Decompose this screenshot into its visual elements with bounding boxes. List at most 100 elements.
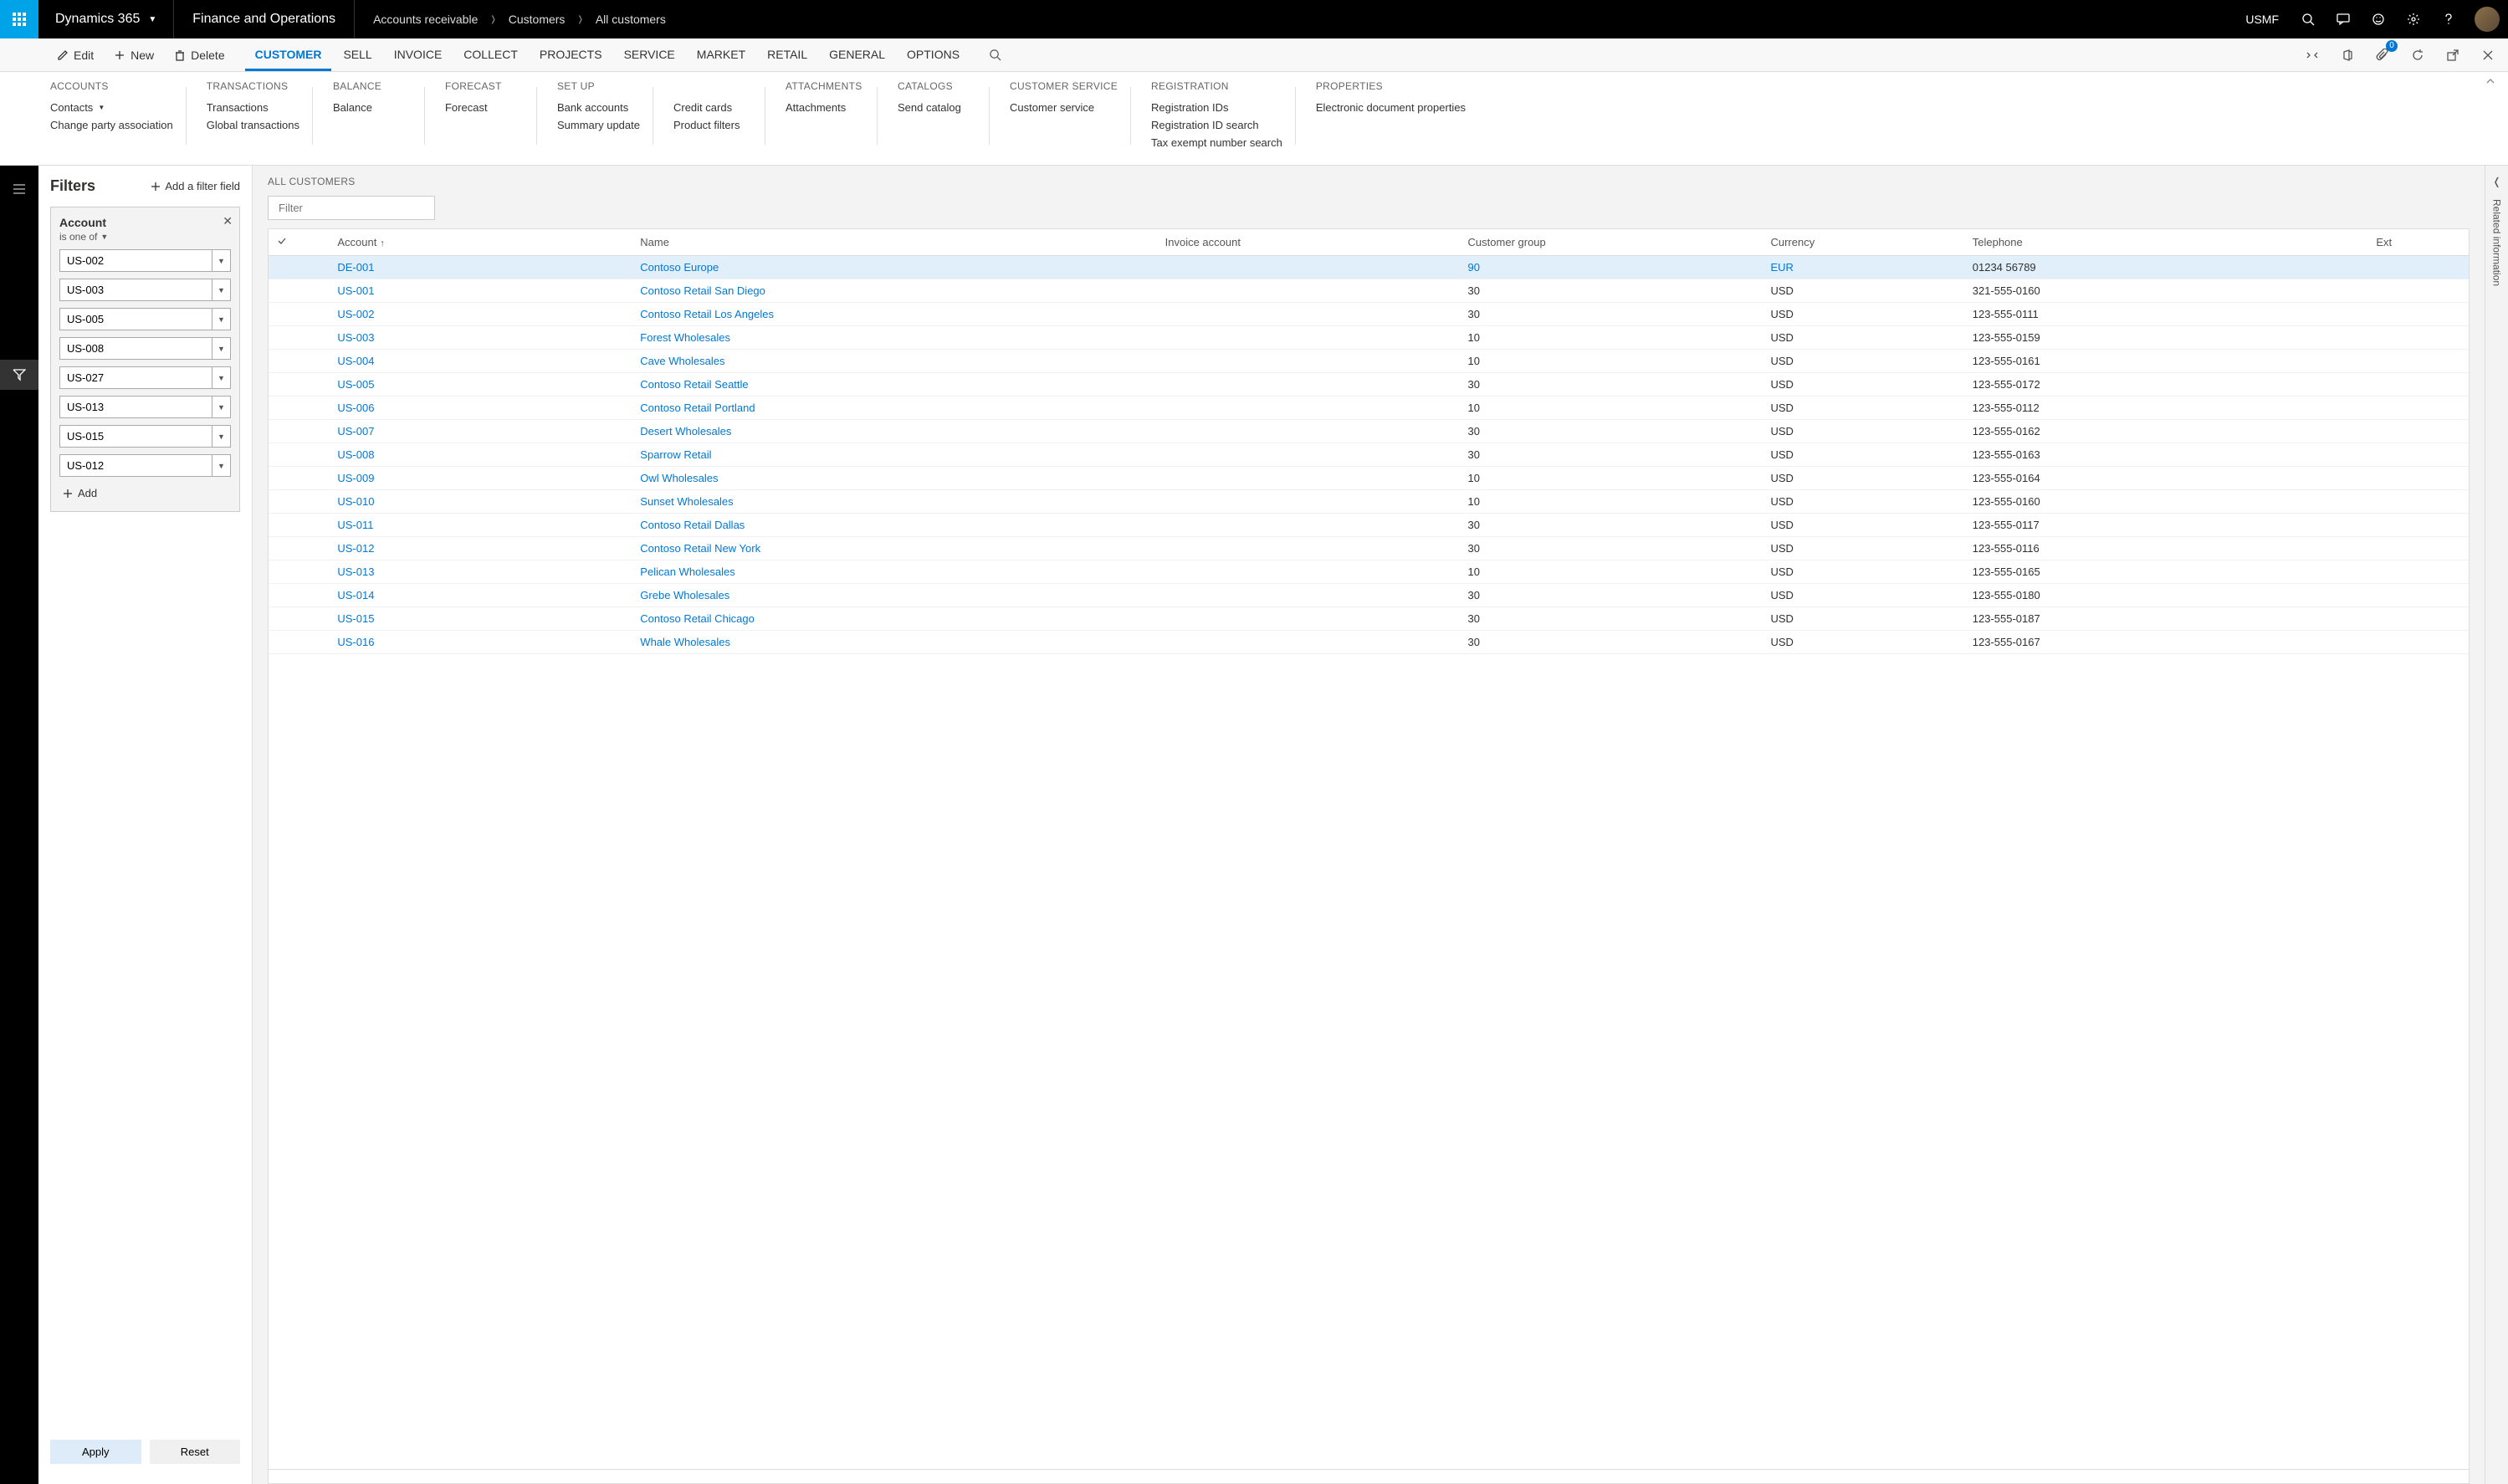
cell[interactable]: 123-555-0159 (1964, 326, 2368, 350)
cell[interactable] (1157, 560, 1460, 584)
cell[interactable] (1157, 397, 1460, 420)
cell[interactable] (1157, 443, 1460, 467)
cell[interactable] (2367, 303, 2469, 326)
cell[interactable]: 10 (1460, 490, 1763, 514)
cell[interactable]: Owl Wholesales (632, 467, 1156, 490)
tab-projects[interactable]: PROJECTS (530, 39, 612, 71)
column-header[interactable]: Account↑ (329, 229, 632, 256)
product-switcher[interactable]: Dynamics 365 ▼ (38, 0, 174, 38)
cell[interactable] (269, 326, 329, 350)
filter-value-lookup-button[interactable]: ▼ (212, 279, 231, 301)
cell[interactable]: Sparrow Retail (632, 443, 1156, 467)
cell[interactable]: 123-555-0111 (1964, 303, 2368, 326)
cell[interactable]: 30 (1460, 420, 1763, 443)
cell[interactable] (2367, 397, 2469, 420)
ribbon-item[interactable]: Customer service (1010, 99, 1118, 116)
new-button[interactable]: New (105, 43, 162, 67)
column-header[interactable]: Name (632, 229, 1156, 256)
table-row[interactable]: US-014Grebe Wholesales30USD123-555-0180 (269, 584, 2469, 607)
cell[interactable]: USD (1762, 467, 1963, 490)
cell[interactable]: 30 (1460, 279, 1763, 303)
cell[interactable]: USD (1762, 490, 1963, 514)
table-row[interactable]: US-016Whale Wholesales30USD123-555-0167 (269, 631, 2469, 654)
table-row[interactable]: US-015Contoso Retail Chicago30USD123-555… (269, 607, 2469, 631)
cell[interactable] (2367, 350, 2469, 373)
cell[interactable]: USD (1762, 607, 1963, 631)
cell[interactable]: US-010 (329, 490, 632, 514)
ribbon-item[interactable]: Credit cards (673, 99, 752, 116)
table-row[interactable]: US-004Cave Wholesales10USD123-555-0161 (269, 350, 2469, 373)
cell[interactable] (2367, 326, 2469, 350)
cell[interactable]: 123-555-0116 (1964, 537, 2368, 560)
cell[interactable]: 30 (1460, 537, 1763, 560)
filter-value-input[interactable] (59, 454, 212, 477)
cell[interactable]: 123-555-0117 (1964, 514, 2368, 537)
column-header[interactable]: Telephone (1964, 229, 2368, 256)
reset-filter-button[interactable]: Reset (150, 1440, 241, 1464)
ribbon-item[interactable]: Transactions (207, 99, 299, 116)
cell[interactable]: US-002 (329, 303, 632, 326)
cell[interactable]: Sunset Wholesales (632, 490, 1156, 514)
table-row[interactable]: US-011Contoso Retail Dallas 30USD123-555-… (269, 514, 2469, 537)
ribbon-item[interactable]: Change party association (50, 116, 173, 134)
cell[interactable]: 10 (1460, 350, 1763, 373)
table-row[interactable]: US-009Owl Wholesales10USD123-555-0164 (269, 467, 2469, 490)
filter-value-input[interactable] (59, 366, 212, 389)
cell[interactable]: Grebe Wholesales (632, 584, 1156, 607)
cell[interactable] (2367, 467, 2469, 490)
cell[interactable]: Contoso Retail Dallas (632, 514, 1156, 537)
tab-collect[interactable]: COLLECT (453, 39, 528, 71)
cell[interactable]: Contoso Retail Portland (632, 397, 1156, 420)
cell[interactable] (1157, 467, 1460, 490)
user-avatar[interactable] (2475, 7, 2500, 32)
breadcrumb-item[interactable]: Accounts receivable (373, 13, 478, 26)
table-row[interactable]: US-003Forest Wholesales10USD123-555-0159 (269, 326, 2469, 350)
column-header[interactable]: Invoice account (1157, 229, 1460, 256)
help-button[interactable] (2434, 0, 2463, 38)
filter-value-lookup-button[interactable]: ▼ (212, 366, 231, 389)
expand-related-button[interactable]: ❬ (2492, 176, 2500, 187)
cell[interactable]: 123-555-0180 (1964, 584, 2368, 607)
cell[interactable]: 10 (1460, 560, 1763, 584)
cell[interactable]: Contoso Retail Chicago (632, 607, 1156, 631)
filter-value-input[interactable] (59, 396, 212, 418)
apply-filter-button[interactable]: Apply (50, 1440, 141, 1464)
cell[interactable]: US-004 (329, 350, 632, 373)
filter-value-input[interactable] (59, 308, 212, 330)
hamburger-menu-button[interactable] (0, 174, 38, 204)
column-header[interactable] (269, 229, 329, 256)
attachments-button[interactable]: 0 (2369, 42, 2396, 69)
cell[interactable]: 30 (1460, 443, 1763, 467)
cell[interactable]: USD (1762, 514, 1963, 537)
filter-value-lookup-button[interactable]: ▼ (212, 249, 231, 272)
cell[interactable]: 30 (1460, 373, 1763, 397)
cell[interactable] (2367, 490, 2469, 514)
cell[interactable] (2367, 514, 2469, 537)
cell[interactable]: USD (1762, 443, 1963, 467)
column-header[interactable]: Customer group (1460, 229, 1763, 256)
connector-button[interactable] (2299, 42, 2326, 69)
collapse-ribbon-button[interactable] (2485, 75, 2496, 91)
table-row[interactable]: US-010Sunset Wholesales10USD123-555-0160 (269, 490, 2469, 514)
cell[interactable] (1157, 607, 1460, 631)
cell[interactable]: 30 (1460, 514, 1763, 537)
cell[interactable]: 123-555-0163 (1964, 443, 2368, 467)
tab-service[interactable]: SERVICE (614, 39, 685, 71)
cell[interactable] (269, 279, 329, 303)
cell[interactable]: USD (1762, 584, 1963, 607)
cell[interactable] (1157, 514, 1460, 537)
cell[interactable] (1157, 537, 1460, 560)
cell[interactable]: US-011 (329, 514, 632, 537)
filter-value-lookup-button[interactable]: ▼ (212, 308, 231, 330)
tab-options[interactable]: OPTIONS (897, 39, 970, 71)
legal-entity[interactable]: USMF (2245, 13, 2279, 26)
filter-value-input[interactable] (59, 249, 212, 272)
cell[interactable] (1157, 279, 1460, 303)
close-button[interactable] (2475, 42, 2501, 69)
cell[interactable] (1157, 420, 1460, 443)
cell[interactable] (2367, 607, 2469, 631)
cell[interactable]: 10 (1460, 326, 1763, 350)
cell[interactable]: USD (1762, 350, 1963, 373)
cell[interactable] (2367, 443, 2469, 467)
breadcrumb-item[interactable]: Customers (509, 13, 566, 26)
